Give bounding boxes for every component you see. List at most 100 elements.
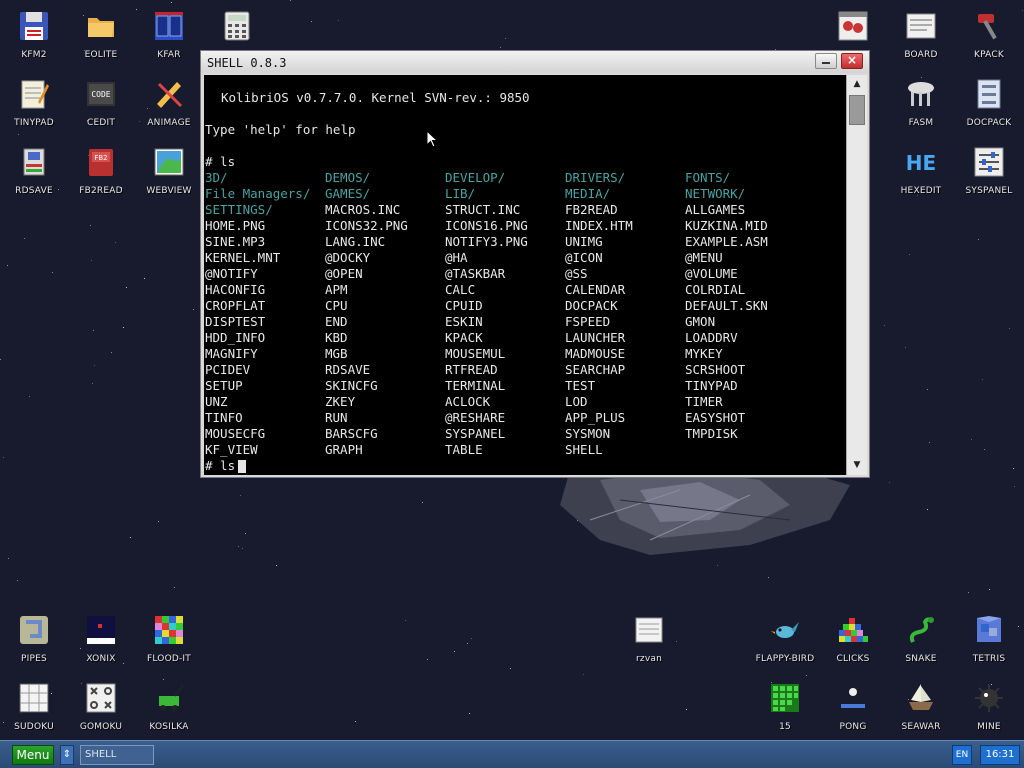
desktop-icon-docpack[interactable]: DOCPACK bbox=[955, 68, 1023, 134]
listing-file: MGB bbox=[325, 346, 348, 361]
taskbar-switch-icon[interactable]: ⇕ bbox=[60, 745, 74, 765]
desktop-icon-kosilka[interactable]: KOSILKA bbox=[135, 672, 203, 738]
star bbox=[311, 21, 312, 22]
window-titlebar[interactable]: SHELL 0.8.3 × bbox=[201, 51, 869, 73]
code-icon: CODE bbox=[87, 82, 115, 106]
taskbar: Menu ⇕ SHELL EN 16:31 bbox=[0, 740, 1024, 768]
listing-file: @RESHARE bbox=[445, 410, 506, 425]
clicks-icon bbox=[839, 618, 868, 642]
listing-file: ACLOCK bbox=[445, 394, 491, 409]
star bbox=[242, 548, 243, 549]
listing-directory: FONTS/ bbox=[685, 170, 731, 185]
snake-icon bbox=[909, 617, 934, 643]
listing-file: @ICON bbox=[565, 250, 603, 265]
ship-icon bbox=[909, 684, 933, 710]
pipes-icon bbox=[20, 616, 48, 644]
listing-file: @TASKBAR bbox=[445, 266, 506, 281]
fifteen-icon bbox=[771, 684, 799, 712]
scroll-up-arrow-icon[interactable]: ▲ bbox=[849, 77, 865, 91]
listing-directory: DEMOS/ bbox=[325, 170, 371, 185]
star bbox=[929, 442, 930, 443]
listing-file: CALC bbox=[445, 282, 476, 297]
desktop-icon-flood-it[interactable]: FLOOD-IT bbox=[135, 604, 203, 670]
star bbox=[469, 713, 470, 714]
star bbox=[1009, 328, 1010, 329]
star bbox=[884, 325, 885, 326]
listing-file: ALLGAMES bbox=[685, 202, 746, 217]
listing-file: TIMER bbox=[685, 394, 723, 409]
listing-file: HDD_INFO bbox=[205, 330, 266, 345]
listing-file: MAGNIFY bbox=[205, 346, 258, 361]
listing-file: RTFREAD bbox=[445, 362, 498, 377]
listing-directory: MEDIA/ bbox=[565, 186, 611, 201]
listing-file: MOUSECFG bbox=[205, 426, 266, 441]
star bbox=[0, 359, 1, 360]
notepad-icon bbox=[21, 80, 49, 109]
xonix-icon bbox=[87, 616, 115, 644]
star bbox=[94, 365, 95, 366]
desktop-icon-tetris[interactable]: TETRIS bbox=[955, 604, 1023, 670]
listing-file: CPUID bbox=[445, 298, 483, 313]
star bbox=[717, 565, 718, 566]
listing-directory: 3D/ bbox=[205, 170, 228, 185]
desktop-icon-kpack[interactable]: KPACK bbox=[955, 0, 1023, 66]
desktop-icon-animage[interactable]: ANIMAGE bbox=[135, 68, 203, 134]
listing-file: SETUP bbox=[205, 378, 243, 393]
pencil-icon bbox=[156, 82, 183, 109]
fasm-icon bbox=[908, 82, 934, 106]
language-indicator[interactable]: EN bbox=[952, 745, 972, 765]
listing-file: MACROS.INC bbox=[325, 202, 401, 217]
listing-file: HOME.PNG bbox=[205, 218, 266, 233]
star bbox=[500, 47, 501, 48]
shell-window[interactable]: SHELL 0.8.3 × KolibriOS v0.7.7.0. Kernel… bbox=[200, 50, 870, 478]
listing-file: RDSAVE bbox=[325, 362, 371, 377]
listing-file: LAUNCHER bbox=[565, 330, 626, 345]
desktop-icon-label: rzvan bbox=[636, 654, 662, 664]
star bbox=[909, 254, 910, 255]
help-hint: Type 'help' for help bbox=[205, 122, 356, 137]
star bbox=[1014, 486, 1015, 487]
desktop-icon-webview[interactable]: WEBVIEW bbox=[135, 136, 203, 202]
menu-button[interactable]: Menu bbox=[12, 745, 54, 765]
desktop-icon-label: DOCPACK bbox=[966, 118, 1012, 128]
taskbar-item-shell[interactable]: SHELL bbox=[80, 745, 154, 765]
listing-file: ICONS16.PNG bbox=[445, 218, 528, 233]
listing-file: ICONS32.PNG bbox=[325, 218, 408, 233]
listing-file: NOTIFY3.PNG bbox=[445, 234, 528, 249]
listing-file: MOUSEMUL bbox=[445, 346, 506, 361]
terminal-output[interactable]: KolibriOS v0.7.7.0. Kernel SVN-rev.: 985… bbox=[204, 75, 846, 475]
bug-icon bbox=[838, 11, 868, 41]
kernel-banner: KolibriOS v0.7.7.0. Kernel SVN-rev.: 985… bbox=[221, 90, 530, 105]
star bbox=[686, 709, 687, 710]
star bbox=[245, 533, 246, 534]
rdsave-icon bbox=[23, 148, 45, 176]
star bbox=[905, 347, 906, 348]
listing-file: UNIMG bbox=[565, 234, 603, 249]
board-icon bbox=[906, 13, 936, 39]
gomoku-icon bbox=[86, 683, 116, 713]
scroll-down-arrow-icon[interactable]: ▼ bbox=[849, 458, 865, 472]
minimize-button[interactable] bbox=[815, 53, 837, 69]
scroll-thumb[interactable] bbox=[849, 95, 865, 125]
listing-file: @NOTIFY bbox=[205, 266, 258, 281]
svg-text:FB2: FB2 bbox=[94, 154, 107, 162]
listing-file: FB2READ bbox=[565, 202, 618, 217]
close-button[interactable]: × bbox=[841, 53, 863, 69]
desktop-icon-kfar[interactable]: KFAR bbox=[135, 0, 203, 66]
star bbox=[454, 651, 455, 652]
desktop-icon-mine[interactable]: MINE bbox=[955, 672, 1023, 738]
desktop-icon-syspanel[interactable]: SYSPANEL bbox=[955, 136, 1023, 202]
star bbox=[467, 643, 468, 644]
listing-file: KBD bbox=[325, 330, 348, 345]
listing-file: SINE.MP3 bbox=[205, 234, 266, 249]
file-icon bbox=[635, 617, 663, 643]
clock[interactable]: 16:31 bbox=[980, 745, 1020, 765]
hex-icon: HE bbox=[906, 151, 936, 175]
star bbox=[982, 379, 983, 380]
vertical-scrollbar[interactable]: ▲ ▼ bbox=[846, 75, 867, 475]
desktop-icon-rzvan[interactable]: rzvan bbox=[615, 604, 683, 670]
listing-file: MYKEY bbox=[685, 346, 723, 361]
desktop-icon-label: FLOOD-IT bbox=[147, 654, 191, 664]
listing-file: SYSPANEL bbox=[445, 426, 506, 441]
star bbox=[91, 260, 92, 261]
